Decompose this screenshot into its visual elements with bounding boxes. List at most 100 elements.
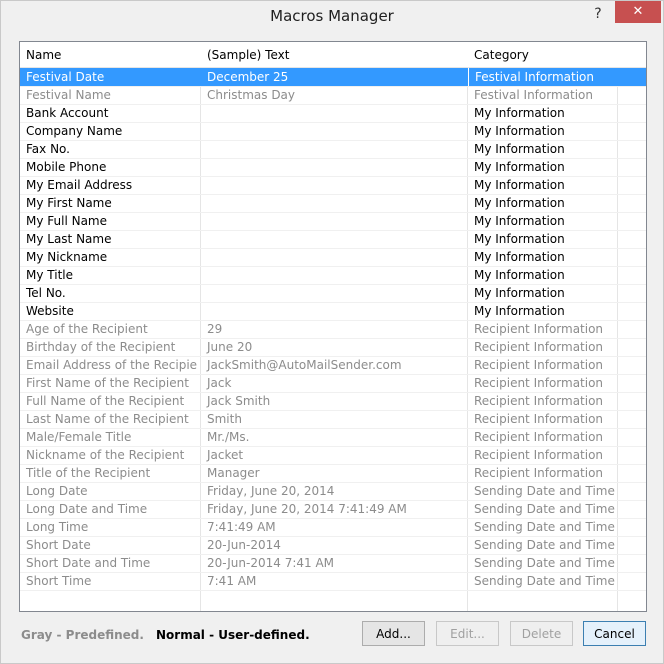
macros-list[interactable]: Name (Sample) Text Category Festival Dat… (19, 41, 647, 612)
macro-name-cell: Short Date (26, 538, 91, 552)
list-row[interactable]: Short Date and Time 20-Jun-2014 7:41 AM Se… (20, 554, 646, 573)
category-cell: Sending Date and Time (474, 574, 615, 588)
close-button[interactable]: ✕ (615, 1, 661, 23)
macros-manager-window: Macros Manager ? ✕ Name (Sample) Text Ca… (0, 0, 664, 664)
macro-name-cell: Email Address of the Recipient (26, 358, 198, 372)
list-row[interactable]: My Last Name My Information (20, 230, 646, 249)
list-row[interactable]: My First Name My Information (20, 194, 646, 213)
list-row[interactable]: My Nickname My Information (20, 248, 646, 267)
list-row[interactable]: My Title My Information (20, 266, 646, 285)
help-button[interactable]: ? (585, 5, 611, 23)
column-header-name[interactable]: Name (20, 42, 61, 67)
list-row[interactable]: Festival Date December 25 Festival Informa… (20, 68, 646, 87)
list-row[interactable]: Full Name of the Recipient Jack Smith Reci… (20, 392, 646, 411)
list-row[interactable]: Long Date Friday, June 20, 2014 Sending Da… (20, 482, 646, 501)
sample-text-cell: 29 (207, 322, 223, 336)
list-row[interactable]: Bank Account My Information (20, 104, 646, 123)
list-row[interactable]: Fax No. My Information (20, 140, 646, 159)
category-cell: Recipient Information (474, 412, 604, 426)
list-row[interactable]: Age of the Recipient 29 Recipient Informat… (20, 320, 646, 339)
list-row[interactable]: Last Name of the Recipient Smith Recipient… (20, 410, 646, 429)
sample-text-cell: June 20 (207, 340, 253, 354)
category-cell: My Information (474, 160, 565, 174)
macro-name-cell: Male/Female Title (26, 430, 132, 444)
category-cell: My Information (474, 304, 565, 318)
macro-name-cell: Short Time (26, 574, 92, 588)
macro-name-cell: Age of the Recipient (26, 322, 148, 336)
sample-text-cell (201, 302, 465, 320)
macro-name-cell: Company Name (26, 124, 123, 138)
list-row[interactable]: My Full Name My Information (20, 212, 646, 231)
category-cell: My Information (474, 142, 565, 156)
sample-text-cell: 20-Jun-2014 7:41 AM (207, 556, 335, 570)
predefined-legend: Gray - Predefined. (21, 628, 144, 642)
macro-name-cell: Full Name of the Recipient (26, 394, 185, 408)
category-cell: My Information (474, 178, 565, 192)
macro-name-cell: My Nickname (26, 250, 108, 264)
window-title: Macros Manager (270, 7, 394, 25)
sample-text-cell: Friday, June 20, 2014 7:41:49 AM (207, 502, 407, 516)
category-cell: My Information (474, 250, 565, 264)
list-row[interactable]: Mobile Phone My Information (20, 158, 646, 177)
sample-text-cell: Manager (207, 466, 260, 480)
list-row[interactable]: Email Address of the Recipient JackSmith@… (20, 356, 646, 375)
macro-name-cell: Long Time (26, 520, 89, 534)
category-cell: My Information (474, 106, 565, 120)
list-row[interactable]: Festival Name Christmas Day Festival Infor… (20, 86, 646, 105)
list-row[interactable]: Short Time 7:41 AM Sending Date and Time (20, 572, 646, 591)
sample-text-cell: 7:41 AM (207, 574, 257, 588)
column-header-category[interactable]: Category (468, 42, 529, 67)
list-row[interactable]: Title of the Recipient Manager Recipient I… (20, 464, 646, 483)
category-cell: My Information (474, 268, 565, 282)
category-cell: My Information (474, 214, 565, 228)
category-cell: Sending Date and Time (474, 502, 615, 516)
sample-text-cell (201, 122, 465, 140)
list-row[interactable]: My Email Address My Information (20, 176, 646, 195)
sample-text-cell: Smith (207, 412, 242, 426)
delete-button[interactable]: Delete (510, 621, 573, 646)
list-row[interactable]: Tel No. My Information (20, 284, 646, 303)
list-row[interactable]: Long Date and Time Friday, June 20, 2014 … (20, 500, 646, 519)
list-row[interactable]: Website My Information (20, 302, 646, 321)
column-header-sample-text[interactable]: (Sample) Text (201, 42, 289, 67)
macro-name-cell: My First Name (26, 196, 112, 210)
macro-name-cell: Long Date (26, 484, 88, 498)
category-cell: Recipient Information (474, 430, 604, 444)
category-cell: Recipient Information (474, 466, 604, 480)
category-cell: Festival Information (468, 68, 635, 86)
list-row[interactable]: First Name of the Recipient Jack Recipient… (20, 374, 646, 393)
title-bar: Macros Manager ? ✕ (1, 1, 663, 33)
list-row[interactable]: Long Time 7:41:49 AM Sending Date and Time (20, 518, 646, 537)
macro-name-cell: First Name of the Recipient (26, 376, 189, 390)
macro-name-cell: Festival Name (26, 88, 111, 102)
sample-text-cell: Christmas Day (207, 88, 296, 102)
add-button[interactable]: Add... (362, 621, 425, 646)
list-header: Name (Sample) Text Category (20, 42, 646, 68)
category-cell: My Information (474, 232, 565, 246)
sample-text-cell: Jack Smith (207, 394, 271, 408)
macro-name-cell: Bank Account (26, 106, 109, 120)
list-row[interactable]: Short Date 20-Jun-2014 Sending Date and Ti… (20, 536, 646, 555)
macro-name-cell: Nickname of the Recipient (26, 448, 185, 462)
category-cell: Festival Information (474, 88, 593, 102)
sample-text-cell (201, 194, 465, 212)
category-cell: Recipient Information (474, 340, 604, 354)
macro-name-cell: My Email Address (26, 178, 133, 192)
sample-text-cell: Jack (207, 376, 232, 390)
sample-text-cell: December 25 (207, 70, 289, 84)
macro-name-cell: Last Name of the Recipient (26, 412, 189, 426)
macro-name-cell: Mobile Phone (26, 160, 107, 174)
cancel-button[interactable]: Cancel (583, 621, 646, 646)
edit-button[interactable]: Edit... (436, 621, 499, 646)
list-row[interactable]: Nickname of the Recipient Jacket Recipient… (20, 446, 646, 465)
macro-name-cell: Festival Date (26, 70, 105, 84)
sample-text-cell: JackSmith@AutoMailSender.com (207, 358, 402, 372)
macro-name-cell: My Title (26, 268, 73, 282)
sample-text-cell (201, 158, 465, 176)
list-row[interactable]: Company Name My Information (20, 122, 646, 141)
macro-name-cell: Title of the Recipient (26, 466, 151, 480)
macro-name-cell: Fax No. (26, 142, 70, 156)
list-row[interactable]: Male/Female Title Mr./Ms. Recipient Inform… (20, 428, 646, 447)
list-row[interactable]: Birthday of the Recipient June 20 Recipien… (20, 338, 646, 357)
user-defined-legend: Normal - User-defined. (156, 628, 310, 642)
